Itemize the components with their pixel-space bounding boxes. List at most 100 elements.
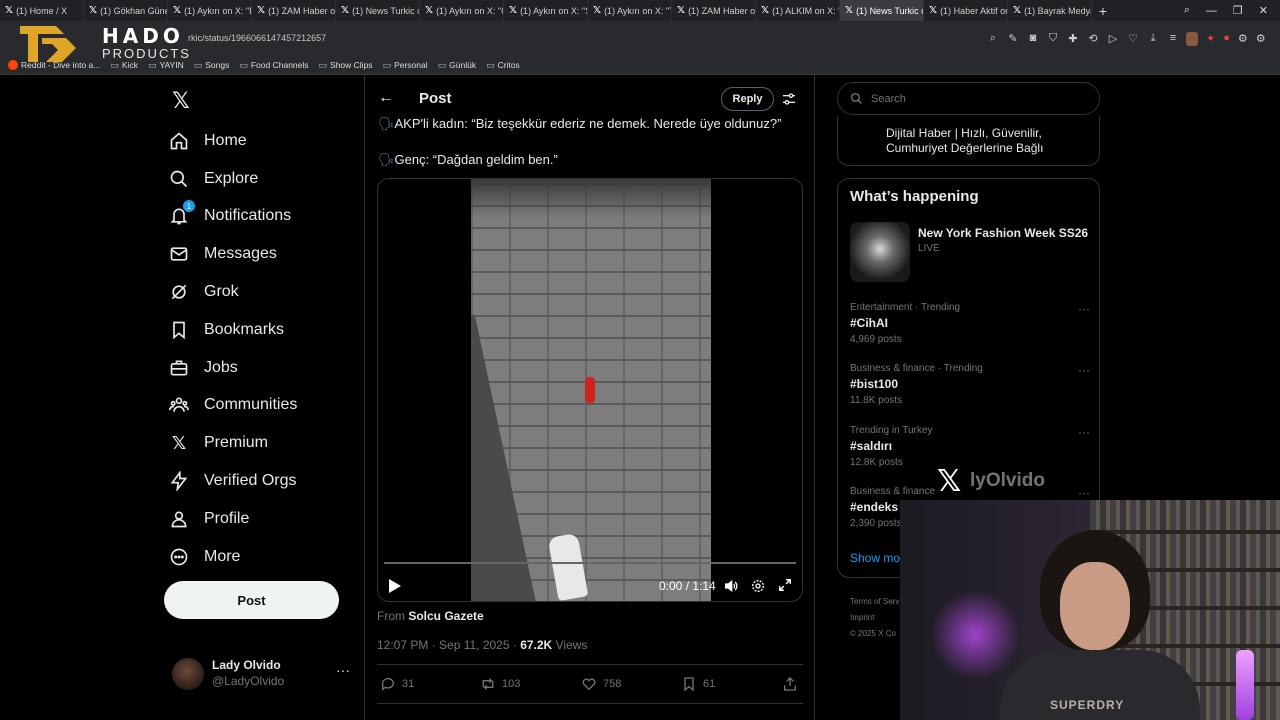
nav-item-grok[interactable]: Grok xyxy=(168,273,297,311)
video-player[interactable] xyxy=(377,178,803,602)
more-dots-icon[interactable]: ··· xyxy=(1078,302,1090,316)
repost-action[interactable]: 103 xyxy=(480,676,520,692)
nav-item-notifications[interactable]: 1 Notifications xyxy=(168,198,297,236)
nav-item-messages[interactable]: Messages xyxy=(168,235,297,273)
x-logo-icon[interactable]: 𝕏 xyxy=(172,88,196,113)
bookmark-folder[interactable]: ▭ Personal xyxy=(383,60,428,71)
filter-sliders-icon[interactable] xyxy=(781,91,797,107)
extension-icons: ✦ ● ⚙ ⚙ xyxy=(1206,32,1266,45)
browser-tab[interactable]: 𝕏 (1) Gökhan Güney xyxy=(84,0,168,21)
browser-tab[interactable]: 𝕏 (1) Aykırı on X: "C xyxy=(420,0,504,21)
video-frame-red-mark xyxy=(585,377,595,403)
menu-icon[interactable]: ≡ xyxy=(1166,32,1180,46)
post-timestamp[interactable]: 12:07 PM · Sep 11, 2025 · xyxy=(377,638,520,652)
bookmark-folder[interactable]: ▭ Günlük xyxy=(438,60,476,71)
bookmark-action[interactable]: 61 xyxy=(681,676,715,692)
more-dots-icon[interactable]: ··· xyxy=(1078,486,1090,500)
browser-tab[interactable]: 𝕏 (1) Aykırı on X: "T xyxy=(588,0,672,21)
video-frame-shadow xyxy=(471,179,711,219)
streamer-face xyxy=(1060,562,1130,650)
x-favicon-icon: 𝕏 xyxy=(1013,5,1022,16)
browser-tab[interactable]: 𝕏 (1) ZAM Haber on xyxy=(252,0,336,21)
search-tabs-icon[interactable]: ⌕ xyxy=(1184,4,1190,17)
extension-puzzle-icon[interactable]: ⚙ xyxy=(1238,32,1248,45)
url-field[interactable]: rkic/status/1966066147457212657 xyxy=(188,33,326,43)
folder-icon: ▭ xyxy=(239,59,248,70)
like-action[interactable]: 758 xyxy=(581,676,621,692)
browser-tab[interactable]: 𝕏 (1) Haber Aktif on xyxy=(924,0,1008,21)
back-arrow-icon[interactable]: ← xyxy=(378,89,394,107)
translate-icon[interactable]: ⟲ xyxy=(1086,32,1100,46)
more-dots-icon[interactable]: ··· xyxy=(336,662,350,678)
reply-button[interactable]: Reply xyxy=(721,87,774,111)
nav-item-profile[interactable]: Profile xyxy=(168,500,297,538)
browser-tab[interactable]: 𝕏 (1) Aykırı on X: "S xyxy=(504,0,588,21)
more-dots-icon[interactable]: ··· xyxy=(1078,425,1090,439)
bookmarks-bar: Reddit - Dive into a... ▭ Kick ▭ YAYIN ▭ So… xyxy=(0,56,1280,75)
reply-action[interactable]: 31 xyxy=(380,676,414,692)
restore-icon[interactable]: ❐ xyxy=(1233,4,1243,17)
bell-icon: 1 xyxy=(168,200,195,227)
nav-item-bookmarks[interactable]: Bookmarks xyxy=(168,311,297,349)
bookmark-folder[interactable]: ▭ Show Clips xyxy=(319,60,373,71)
trend-item[interactable]: Trending in Turkey #saldırı 12.8K posts … xyxy=(850,425,1090,468)
browser-tab[interactable]: 𝕏 (1) News Turkic o xyxy=(336,0,420,21)
nav-item-communities[interactable]: Communities xyxy=(168,387,297,425)
volume-icon[interactable] xyxy=(723,578,739,594)
play-icon[interactable] xyxy=(388,578,402,594)
more-dots-icon[interactable]: ··· xyxy=(1078,363,1090,377)
post-text-line: 🗣AKP'li kadın: “Biz teşekkür ederiz ne d… xyxy=(378,116,782,131)
browser-tab[interactable]: 𝕏 (1) Bayrak Medya xyxy=(1008,0,1092,21)
browser-tab[interactable]: 𝕏 (1) ALKIM on X: " xyxy=(756,0,840,21)
footer-link[interactable]: Imprint xyxy=(850,610,899,626)
search-icon xyxy=(850,92,862,104)
event-title[interactable]: New York Fashion Week SS26 xyxy=(918,226,1088,240)
browser-tab-active[interactable]: 𝕏(1) News Turkic on X: "Bir xyxy=(840,0,924,21)
browser-tab[interactable]: 𝕏 (1) Aykırı on X: "E xyxy=(168,0,252,21)
gear-icon[interactable] xyxy=(750,578,766,594)
profile-avatar-icon[interactable] xyxy=(1186,32,1198,46)
extension-record-icon[interactable]: ● xyxy=(1223,32,1230,45)
browser-tab[interactable]: 𝕏 (1) ZAM Haber on xyxy=(672,0,756,21)
extension-icon[interactable]: ✚ xyxy=(1066,32,1080,46)
share-icon xyxy=(784,677,796,691)
video-frame-curb xyxy=(471,315,546,601)
video-source: From Solcu Gazete xyxy=(377,609,484,623)
fullscreen-icon[interactable] xyxy=(778,578,792,592)
camera-icon[interactable]: ◙ xyxy=(1026,32,1040,46)
x-logo-icon: 𝕏 xyxy=(171,432,187,453)
logo-subtitle: PRODUCTS xyxy=(102,46,191,61)
nav-item-more[interactable]: More xyxy=(168,538,297,576)
minimize-icon[interactable]: — xyxy=(1206,5,1217,17)
share-action[interactable] xyxy=(782,676,798,692)
shield-icon[interactable]: ⛉ xyxy=(1046,32,1060,46)
heart-icon[interactable]: ♡ xyxy=(1126,32,1140,46)
event-thumbnail[interactable] xyxy=(850,222,910,282)
bookmark-folder[interactable]: ▭ Songs xyxy=(194,60,230,71)
nav-item-premium[interactable]: 𝕏 Premium xyxy=(168,424,297,462)
zoom-icon[interactable]: ⌕ xyxy=(986,32,1000,46)
nav-item-jobs[interactable]: Jobs xyxy=(168,349,297,387)
search-input[interactable]: Search xyxy=(837,82,1100,115)
close-window-icon[interactable]: ✕ xyxy=(1259,4,1268,17)
trend-item[interactable]: Business & finance · Trending #bist100 1… xyxy=(850,363,1090,406)
bookmark-folder[interactable]: ▭ Food Channels xyxy=(239,60,308,71)
account-switcher[interactable]: Lady Olvido @LadyOlvido ··· xyxy=(172,656,352,692)
nav-item-verified-orgs[interactable]: Verified Orgs xyxy=(168,462,297,500)
download-icon[interactable]: ⤓ xyxy=(1146,32,1160,46)
browser-tab[interactable]: 𝕏 (1) Home / X xyxy=(0,0,84,21)
footer-link[interactable]: Terms of Serv xyxy=(850,594,899,610)
source-link[interactable]: Solcu Gazete xyxy=(408,609,483,623)
bookmark-folder[interactable]: ▭ Critos xyxy=(486,60,520,71)
extension-settings-icon[interactable]: ⚙ xyxy=(1256,32,1266,45)
speaking-head-icon: 🗣 xyxy=(378,152,395,167)
edit-icon[interactable]: ✎ xyxy=(1006,32,1020,46)
video-progress-bar[interactable] xyxy=(384,562,796,564)
extension-red-icon[interactable]: ✦ xyxy=(1206,32,1215,45)
play-icon[interactable]: ▷ xyxy=(1106,32,1120,46)
new-tab-button[interactable]: + xyxy=(1092,3,1114,19)
nav-item-home[interactable]: Home xyxy=(168,122,297,160)
post-button[interactable]: Post xyxy=(164,581,339,619)
trend-item[interactable]: Entertainment · Trending #CihAI 4,969 po… xyxy=(850,302,1090,345)
nav-item-explore[interactable]: Explore xyxy=(168,160,297,198)
